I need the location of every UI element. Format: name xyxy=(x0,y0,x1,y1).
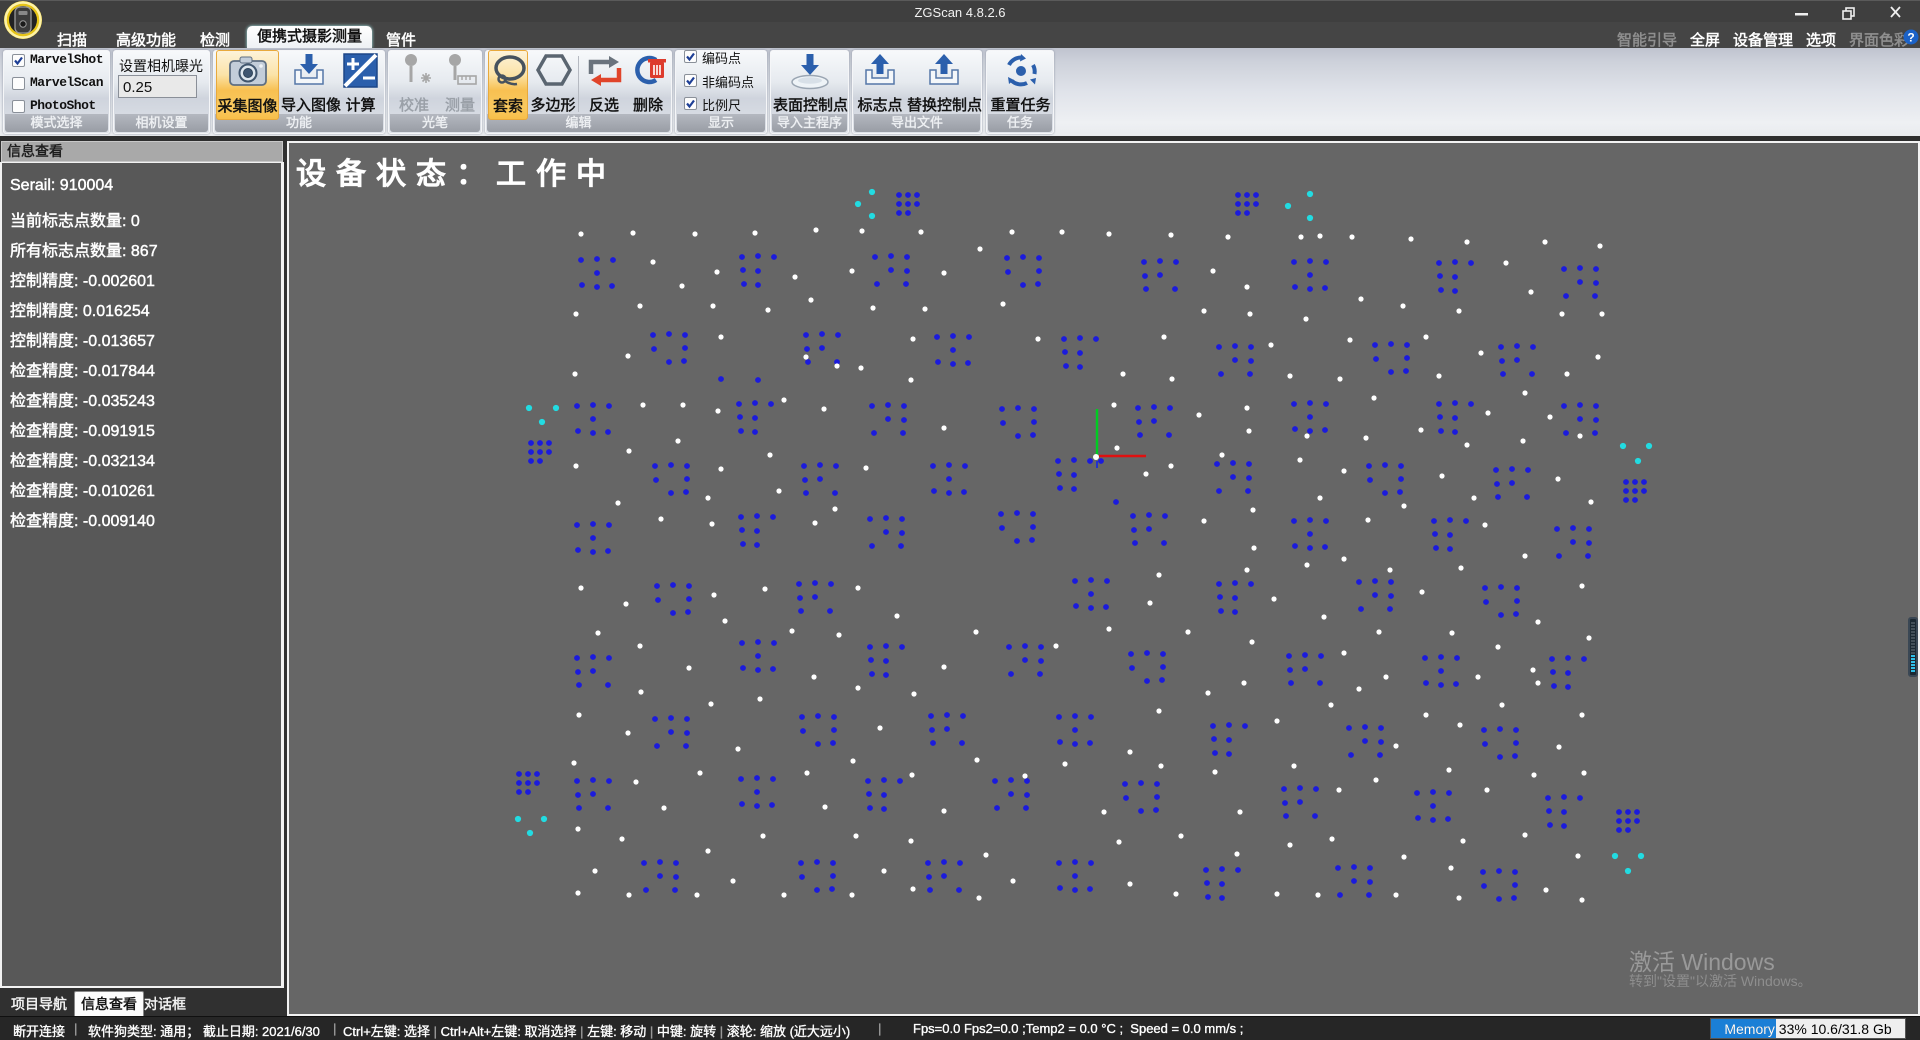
svg-text:?: ? xyxy=(1907,31,1914,45)
